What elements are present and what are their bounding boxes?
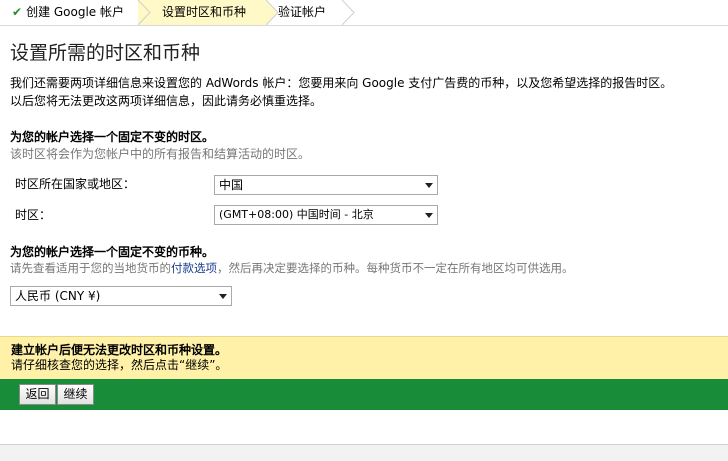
currency-section-title: 为您的帐户选择一个固定不变的币种。 bbox=[10, 245, 215, 259]
currency-select[interactable]: 人民币 (CNY ¥) bbox=[10, 286, 232, 306]
timezone-section-desc: 该时区将会作为您帐户中的所有报告和结算活动的时区。 bbox=[10, 147, 311, 161]
currency-desc-text: ，然后再决定要选择的币种。每种货币不一定在所有地区均可供选用。 bbox=[217, 261, 574, 275]
warning-notice: 建立帐户后便无法更改时区和币种设置。 请仔细核查您的选择，然后点击“继续”。 bbox=[0, 336, 728, 379]
currency-select-value: 人民币 (CNY ¥) bbox=[15, 289, 101, 303]
step-separator-icon bbox=[266, 0, 279, 25]
dropdown-arrow-icon bbox=[425, 213, 433, 218]
setup-steps: ✔ 创建 Google 帐户 设置时区和币种 验证帐户 bbox=[0, 0, 728, 26]
dropdown-arrow-icon bbox=[219, 294, 227, 299]
step-timezone-currency: 设置时区和币种 bbox=[140, 0, 268, 25]
country-select-value: 中国 bbox=[219, 178, 244, 192]
continue-button[interactable]: 继续 bbox=[57, 384, 94, 405]
step-label: 创建 Google 帐户 bbox=[26, 5, 125, 19]
step-create-account: ✔ 创建 Google 帐户 bbox=[0, 0, 140, 25]
page-title: 设置所需的时区和币种 bbox=[10, 42, 201, 64]
currency-desc-text: 请先查看适用于您的当地货币的 bbox=[10, 261, 171, 275]
intro-line: 以后您将无法更改这两项详细信息，因此请务必慎重选择。 bbox=[10, 94, 323, 108]
timezone-select[interactable]: (GMT+08:00) 中国时间 - 北京 bbox=[214, 205, 438, 225]
intro-line: 我们还需要两项详细信息来设置您的 AdWords 帐户：您要用来向 Google… bbox=[10, 76, 673, 90]
step-separator-icon bbox=[342, 0, 355, 25]
country-label: 时区所在国家或地区： bbox=[15, 177, 136, 191]
step-label: 验证帐户 bbox=[278, 5, 327, 19]
step-label: 设置时区和币种 bbox=[162, 5, 247, 19]
intro-text: 我们还需要两项详细信息来设置您的 AdWords 帐户：您要用来向 Google… bbox=[10, 74, 725, 110]
checkmark-icon: ✔ bbox=[12, 5, 23, 19]
notice-text: 请仔细核查您的选择，然后点击“继续”。 bbox=[11, 358, 228, 372]
step-separator-icon bbox=[138, 0, 152, 25]
timezone-section-title: 为您的帐户选择一个固定不变的时区。 bbox=[10, 130, 215, 144]
currency-section-desc: 请先查看适用于您的当地货币的付款选项，然后再决定要选择的币种。每种货币不一定在所… bbox=[10, 260, 574, 276]
back-button[interactable]: 返回 bbox=[19, 384, 56, 405]
timezone-select-value: (GMT+08:00) 中国时间 - 北京 bbox=[219, 208, 374, 221]
payment-options-link[interactable]: 付款选项 bbox=[171, 261, 217, 275]
notice-title: 建立帐户后便无法更改时区和币种设置。 bbox=[11, 343, 228, 357]
timezone-label: 时区： bbox=[15, 208, 52, 222]
footer-area bbox=[0, 410, 728, 445]
country-select[interactable]: 中国 bbox=[214, 175, 438, 195]
dropdown-arrow-icon bbox=[425, 183, 433, 188]
action-bar: 返回 继续 bbox=[0, 379, 728, 410]
bottom-strip bbox=[0, 445, 728, 461]
